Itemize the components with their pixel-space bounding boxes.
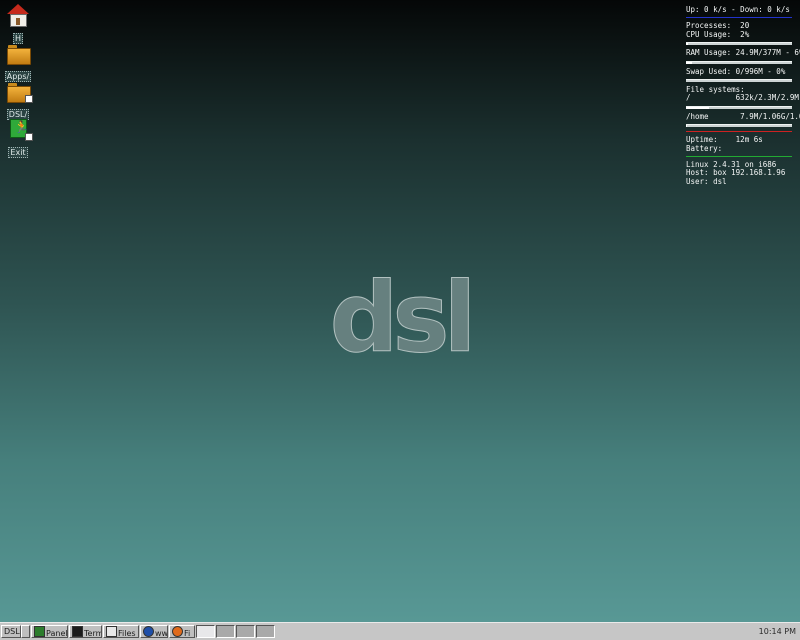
link-arrow-icon	[25, 95, 33, 103]
taskbar-item-label: Fi	[184, 629, 191, 638]
taskbar-item-label: Files	[118, 629, 136, 638]
home-icon	[6, 4, 30, 27]
ram-usage-fill	[686, 61, 693, 64]
workspace-2[interactable]	[216, 625, 235, 638]
taskbar-clock: 10:14 PM	[758, 627, 796, 636]
system-monitor: Up: 0 k/s - Down: 0 k/s Processes: 20 CP…	[686, 5, 800, 186]
taskbar-item-label: Panel	[46, 629, 68, 638]
network-speed: Up: 0 k/s - Down: 0 k/s	[686, 5, 790, 14]
taskbar-item-files[interactable]: Files	[103, 625, 139, 638]
ram-usage: RAM Usage: 24.9M/377M - 6%	[686, 48, 800, 58]
swap-usage-bar	[686, 79, 792, 83]
taskbar-item-term[interactable]: Term	[69, 625, 102, 638]
ram-usage-bar	[686, 60, 792, 64]
folder-icon	[6, 80, 33, 103]
desktop-icon-dsl[interactable]: DSL/	[3, 80, 33, 121]
desktop-icon-label: Exit	[8, 147, 28, 158]
filesystem-root-bar	[686, 105, 792, 109]
desktop-icon-exit[interactable]: 🏃 Exit	[3, 118, 33, 159]
user-info: User: dsl	[686, 176, 727, 186]
link-arrow-icon	[25, 133, 33, 141]
folder-icon	[6, 42, 31, 65]
battery: Battery:	[686, 143, 723, 153]
terminal-icon	[72, 626, 83, 637]
filesystem-root-fill	[686, 106, 710, 109]
filesystem-home-fill	[686, 125, 688, 128]
taskbar-item-firefox[interactable]: Fi	[169, 625, 195, 638]
start-button-label: DSL	[4, 627, 20, 636]
browser-icon	[143, 626, 154, 637]
filesystem-root: / 632k/2.3M/2.9M	[686, 93, 799, 103]
workspace-1[interactable]	[196, 625, 215, 638]
taskbar: DSL Panel Term Files www Fi 10:14 PM	[0, 622, 800, 640]
taskbar-item-label: Term	[84, 629, 102, 638]
desktop-icon-home[interactable]: H	[3, 4, 33, 45]
cpu-usage-fill	[686, 43, 689, 46]
filesystem-divider	[686, 131, 792, 133]
firefox-icon	[172, 626, 183, 637]
taskbar-item-panel[interactable]: Panel	[31, 625, 68, 638]
files-icon	[106, 626, 117, 637]
filesystem-home-bar	[686, 124, 792, 128]
panel-icon	[34, 626, 45, 637]
start-button[interactable]: DSL	[1, 625, 21, 638]
battery-divider	[686, 156, 792, 158]
network-divider	[686, 17, 792, 19]
filesystem-home: /home 7.9M/1.06G/1.06G	[686, 111, 800, 121]
exit-icon: 🏃	[6, 118, 33, 141]
desktop-icon-apps[interactable]: Apps/	[3, 42, 33, 83]
cpu-usage-bar	[686, 42, 792, 46]
swap-usage: Swap Used: 0/996M - 0%	[686, 66, 786, 76]
menu-toggle-button[interactable]	[21, 625, 30, 638]
taskbar-item-www[interactable]: www	[140, 625, 168, 638]
cpu-usage: CPU Usage: 2%	[686, 29, 750, 39]
taskbar-item-label: www	[155, 629, 168, 638]
workspace-3[interactable]	[236, 625, 255, 638]
workspace-4[interactable]	[256, 625, 275, 638]
dsl-logo: dsl	[329, 262, 477, 374]
